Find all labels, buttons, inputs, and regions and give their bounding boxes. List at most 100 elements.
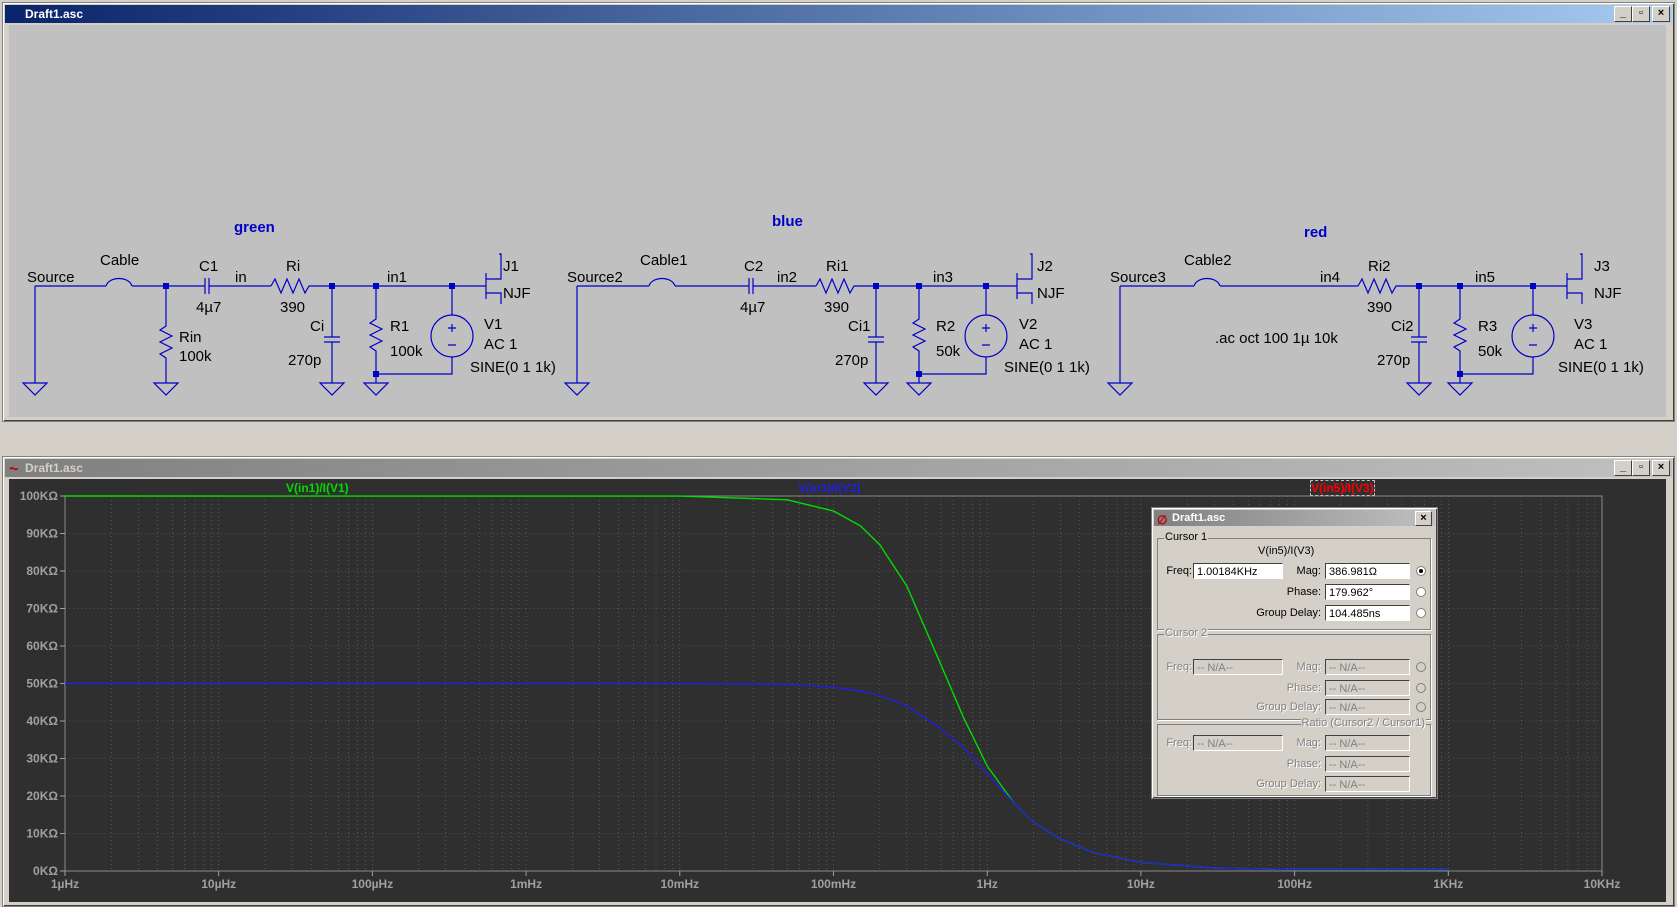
c2-node-a: in2 — [777, 269, 797, 286]
ratio-phase-field: -- N/A-- — [1325, 756, 1410, 772]
c2-ri: Ri1 — [826, 258, 849, 275]
schematic-titlebar[interactable]: Draft1.asc _ ▫ × — [5, 5, 1672, 23]
x-tick-label: 10Hz — [1127, 877, 1155, 891]
plot-restore-button[interactable]: ▫ — [1632, 460, 1650, 476]
x-tick-label: 100mHz — [811, 877, 856, 891]
minimize-button[interactable]: _ — [1614, 6, 1632, 22]
c1-cap: C1 — [199, 258, 218, 275]
close-button[interactable]: × — [1652, 6, 1670, 22]
cursor1-gd-radio[interactable] — [1416, 608, 1426, 618]
cursor1-phase-radio[interactable] — [1416, 587, 1426, 597]
schematic-canvas[interactable]: Source Cable C1 4µ7 in Rin 100k Ri 390 C… — [9, 25, 1666, 417]
c3-v-ac: AC 1 — [1574, 336, 1607, 353]
cursor1-group-label: Cursor 1 — [1164, 531, 1209, 543]
y-tick-label: 30KΩ — [26, 752, 58, 766]
trace-label-1[interactable]: V(in1)/I(V1) — [286, 481, 349, 495]
cursor1-mag-radio[interactable] — [1416, 566, 1426, 576]
c3-v: V3 — [1574, 316, 1592, 333]
c1-r: R1 — [390, 318, 409, 335]
c1-v: V1 — [484, 316, 502, 333]
ratio-phase-label: Phase: — [1286, 758, 1321, 770]
c1-node-b: in1 — [387, 269, 407, 286]
c3-ci: Ci2 — [1391, 318, 1414, 335]
c1-ci-val: 270p — [288, 352, 321, 369]
c1-v-ac: AC 1 — [484, 336, 517, 353]
restore-button[interactable]: ▫ — [1632, 6, 1650, 22]
cursor-window: ∅ Draft1.asc × Cursor 1 V(in5)/I(V3) Fre… — [1151, 507, 1438, 799]
cursor-window-titlebar[interactable]: ∅ Draft1.asc × — [1154, 510, 1435, 527]
c1-node-a: in — [235, 269, 247, 286]
cursor1-freq-field[interactable]: 1.00184KHz — [1193, 563, 1283, 579]
c2-source: Source2 — [567, 269, 623, 286]
schematic-window: Draft1.asc _ ▫ × Source Cable C1 4µ7 in … — [2, 2, 1675, 422]
cursor-window-title: Draft1.asc — [1172, 512, 1226, 524]
c3-r: R3 — [1478, 318, 1497, 335]
x-tick-label: 10KHz — [1584, 877, 1621, 891]
c2-r-val: 50k — [936, 343, 961, 360]
x-tick-label: 100µHz — [352, 877, 394, 891]
c2-cap: C2 — [744, 258, 763, 275]
plot-close-button[interactable]: × — [1652, 460, 1670, 476]
ratio-group: Ratio (Cursor2 / Cursor1) Freq: -- N/A--… — [1157, 717, 1431, 796]
cursor2-phase-label: Phase: — [1286, 682, 1321, 694]
c1-ri-val: 390 — [280, 299, 305, 316]
cursor2-gd-field: -- N/A-- — [1325, 699, 1410, 715]
cursor1-gd-field[interactable]: 104.485ns — [1325, 605, 1410, 621]
c2-j: J2 — [1037, 258, 1053, 275]
ratio-mag-label: Mag: — [1296, 737, 1321, 749]
x-tick-label: 1mHz — [510, 877, 542, 891]
y-tick-label: 80KΩ — [26, 564, 58, 578]
cursor2-mag-label: Mag: — [1296, 661, 1321, 673]
ratio-gd-field: -- N/A-- — [1325, 776, 1410, 792]
cursor2-phase-radio — [1416, 683, 1426, 693]
c2-j-type: NJF — [1037, 285, 1065, 302]
x-tick-label: 1µHz — [51, 877, 79, 891]
c3-cable: Cable2 — [1184, 252, 1232, 269]
cursor2-gd-radio — [1416, 702, 1426, 712]
x-tick-label: 10µHz — [201, 877, 236, 891]
cursor1-trace: V(in5)/I(V3) — [1258, 545, 1315, 557]
c3-j: J3 — [1594, 258, 1610, 275]
cursor1-mag-field[interactable]: 386.981Ω — [1325, 563, 1410, 579]
c1-r-val: 100k — [390, 343, 423, 360]
spice-directive[interactable]: .ac oct 100 1µ 10k — [1215, 330, 1338, 347]
ratio-gd-label: Group Delay: — [1256, 778, 1321, 790]
cursor1-gd-label: Group Delay: — [1256, 607, 1321, 619]
c1-cable: Cable — [100, 252, 139, 269]
c2-v: V2 — [1019, 316, 1037, 333]
y-tick-label: 10KΩ — [26, 827, 58, 841]
ratio-group-label: Ratio (Cursor2 / Cursor1) — [1300, 717, 1426, 729]
c3-source: Source3 — [1110, 269, 1166, 286]
c1-j: J1 — [503, 258, 519, 275]
plot-titlebar[interactable]: ⏦ Draft1.asc _ ▫ × — [5, 459, 1672, 477]
schematic-title: Draft1.asc — [25, 7, 84, 21]
net-label-green: green — [234, 219, 275, 236]
y-tick-label: 40KΩ — [26, 714, 58, 728]
trace-label-3[interactable]: V(in5)/I(V3) — [1310, 480, 1375, 496]
net-label-blue: blue — [772, 213, 803, 230]
cursor1-phase-field[interactable]: 179.962° — [1325, 584, 1410, 600]
c3-j-type: NJF — [1594, 285, 1622, 302]
c2-ci-val: 270p — [835, 352, 868, 369]
cursor1-phase-label: Phase: — [1286, 586, 1321, 598]
c2-cable: Cable1 — [640, 252, 688, 269]
c1-ci: Ci — [310, 318, 324, 335]
c2-cap-val: 4µ7 — [740, 299, 765, 316]
y-tick-label: 60KΩ — [26, 639, 58, 653]
plot-window-icon: ⏦ — [9, 461, 19, 475]
c1-rin: Rin — [179, 329, 202, 346]
net-label-red: red — [1304, 224, 1327, 241]
ratio-freq-label: Freq: — [1166, 737, 1192, 749]
plot-minimize-button[interactable]: _ — [1614, 460, 1632, 476]
c3-ri-val: 390 — [1367, 299, 1392, 316]
cursor2-freq-label: Freq: — [1166, 661, 1192, 673]
c1-j-type: NJF — [503, 285, 531, 302]
x-tick-label: 1KHz — [1433, 877, 1463, 891]
cursor2-freq-field: -- N/A-- — [1193, 659, 1283, 675]
cursor2-group: Cursor 2 Freq: -- N/A-- Mag: -- N/A-- Ph… — [1157, 627, 1431, 720]
trace-label-2[interactable]: V(in3)/I(V2) — [798, 481, 861, 495]
c3-node-b: in5 — [1475, 269, 1495, 286]
cursor-window-close-button[interactable]: × — [1415, 511, 1432, 526]
c1-v-sine: SINE(0 1 1k) — [470, 359, 556, 376]
c2-ci: Ci1 — [848, 318, 871, 335]
